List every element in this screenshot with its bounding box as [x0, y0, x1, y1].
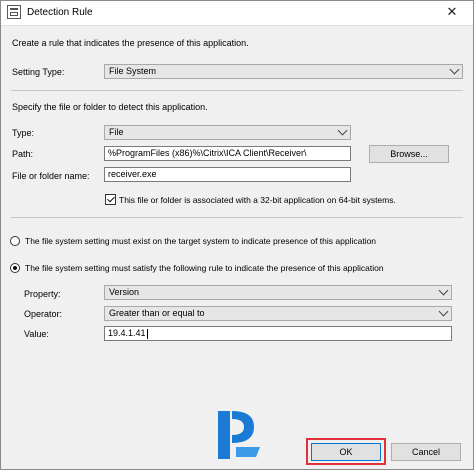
path-label: Path:: [12, 149, 34, 159]
cancel-button[interactable]: Cancel: [391, 443, 461, 461]
radio-rule[interactable]: [10, 263, 20, 273]
divider: [11, 90, 463, 91]
chevron-down-icon: [337, 125, 348, 136]
intro-text: Create a rule that indicates the presenc…: [12, 38, 249, 48]
property-label: Property:: [24, 289, 61, 299]
value-label: Value:: [24, 329, 49, 339]
setting-type-value: File System: [109, 66, 157, 76]
ok-button[interactable]: OK: [311, 443, 381, 461]
value-text: 19.4.1.41: [108, 328, 146, 338]
file-name-label: File or folder name:: [12, 171, 90, 181]
app-icon: [7, 5, 21, 19]
bit32-checkbox-label: This file or folder is associated with a…: [119, 195, 396, 205]
operator-select[interactable]: Greater than or equal to: [104, 306, 452, 321]
type-select[interactable]: File: [104, 125, 351, 140]
specify-text: Specify the file or folder to detect thi…: [12, 102, 208, 112]
watermark-logo-icon: [218, 411, 260, 459]
operator-value: Greater than or equal to: [109, 308, 205, 318]
detection-rule-dialog: Detection Rule ✕ Create a rule that indi…: [0, 0, 474, 470]
value-input[interactable]: 19.4.1.41: [104, 326, 452, 341]
type-label: Type:: [12, 128, 35, 138]
radio-exist-label: The file system setting must exist on th…: [25, 236, 377, 246]
path-value: %ProgramFiles (x86)%\Citrix\ICA Client\R…: [108, 148, 307, 158]
file-name-value: receiver.exe: [108, 169, 157, 179]
chevron-down-icon: [449, 64, 460, 75]
setting-type-label: Setting Type:: [12, 67, 65, 77]
bit32-checkbox[interactable]: [105, 194, 116, 205]
property-value: Version: [109, 287, 140, 297]
radio-exist[interactable]: [10, 236, 20, 246]
property-select[interactable]: Version: [104, 285, 452, 300]
radio-rule-label: The file system setting must satisfy the…: [25, 263, 384, 273]
window-title: Detection Rule: [27, 7, 93, 18]
divider: [11, 217, 463, 218]
file-name-input[interactable]: receiver.exe: [104, 167, 351, 182]
path-input[interactable]: %ProgramFiles (x86)%\Citrix\ICA Client\R…: [104, 146, 351, 161]
type-value: File: [109, 127, 124, 137]
chevron-down-icon: [438, 306, 449, 317]
operator-label: Operator:: [24, 309, 63, 319]
title-bar: Detection Rule ✕: [1, 1, 473, 26]
browse-button[interactable]: Browse...: [369, 145, 449, 163]
setting-type-select[interactable]: File System: [104, 64, 463, 79]
close-icon[interactable]: ✕: [435, 1, 469, 23]
chevron-down-icon: [438, 285, 449, 296]
text-caret: [146, 328, 148, 339]
